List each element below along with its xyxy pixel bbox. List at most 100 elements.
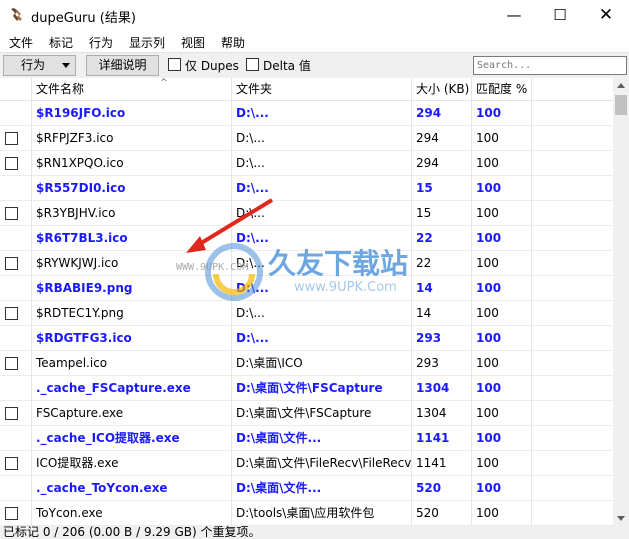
vertical-scrollbar[interactable]: [613, 78, 629, 526]
size-cell: 293: [412, 326, 472, 351]
status-bar: 已标记 0 / 206 (0.00 B / 9.29 GB) 个重复项。: [0, 526, 629, 539]
row-check-cell[interactable]: [0, 201, 32, 226]
size-cell: 1304: [412, 401, 472, 426]
size-cell: 294: [412, 126, 472, 151]
match-cell: 100: [472, 476, 532, 501]
match-cell: 100: [472, 501, 532, 526]
folder-cell: D:\桌面\文件...: [232, 476, 412, 501]
filename-cell: $RYWKJWJ.ico: [32, 251, 232, 276]
window-title: dupeGuru (结果): [31, 11, 136, 26]
delta-values-checkbox[interactable]: [246, 58, 259, 71]
filename-cell: $RBABIE9.png: [32, 276, 232, 301]
duplicate-row[interactable]: $RYWKJWJ.ico D:\... 22 100: [0, 251, 613, 276]
header-folder[interactable]: 文件夹: [232, 78, 412, 100]
filename-cell: ToYcon.exe: [32, 501, 232, 526]
folder-cell: D:\桌面\文件\FileRecv\FileRecv: [232, 451, 412, 476]
duplicate-row[interactable]: $RN1XPQO.ico D:\... 294 100: [0, 151, 613, 176]
duplicate-row[interactable]: $RDTEC1Y.png D:\... 14 100: [0, 301, 613, 326]
reference-row[interactable]: $R6T7BL3.ico D:\... 22 100: [0, 226, 613, 251]
size-cell: 520: [412, 476, 472, 501]
search-box[interactable]: [473, 56, 627, 75]
row-check-cell[interactable]: [0, 351, 32, 376]
row-check-cell[interactable]: [0, 151, 32, 176]
row-checkbox[interactable]: [5, 307, 18, 320]
match-cell: 100: [472, 176, 532, 201]
folder-cell: D:\桌面\文件\FSCapture: [232, 376, 412, 401]
filename-cell: $RDTEC1Y.png: [32, 301, 232, 326]
dupes-only-checkbox[interactable]: [168, 58, 181, 71]
match-cell: 100: [472, 376, 532, 401]
size-cell: 14: [412, 276, 472, 301]
size-cell: 14: [412, 301, 472, 326]
duplicate-row[interactable]: $RFPJZF3.ico D:\... 294 100: [0, 126, 613, 151]
duplicate-row[interactable]: $R3YBJHV.ico D:\... 15 100: [0, 201, 613, 226]
folder-cell: D:\桌面\文件\FSCapture: [232, 401, 412, 426]
row-checkbox[interactable]: [5, 157, 18, 170]
match-cell: 100: [472, 101, 532, 126]
header-match[interactable]: 匹配度 %: [472, 78, 532, 100]
duplicate-row[interactable]: ToYcon.exe D:\tools\桌面\应用软件包 520 100: [0, 501, 613, 526]
row-check-cell: [0, 176, 32, 201]
match-cell: 100: [472, 126, 532, 151]
size-cell: 1141: [412, 451, 472, 476]
folder-cell: D:\桌面\ICO: [232, 351, 412, 376]
folder-cell: D:\...: [232, 101, 412, 126]
duplicate-row[interactable]: Teampel.ico D:\桌面\ICO 293 100: [0, 351, 613, 376]
title-bar: dupeGuru (结果) — ☐ ✕: [0, 0, 629, 31]
menu-file[interactable]: 文件: [9, 34, 33, 51]
row-checkbox[interactable]: [5, 207, 18, 220]
match-cell: 100: [472, 401, 532, 426]
row-check-cell[interactable]: [0, 251, 32, 276]
size-cell: 294: [412, 151, 472, 176]
arrow-down-icon: [617, 516, 625, 521]
row-checkbox[interactable]: [5, 407, 18, 420]
size-cell: 22: [412, 251, 472, 276]
match-cell: 100: [472, 326, 532, 351]
scroll-up-button[interactable]: [613, 78, 629, 94]
close-button[interactable]: ✕: [583, 0, 629, 31]
action-dropdown-button[interactable]: 行为: [3, 55, 76, 76]
menu-columns[interactable]: 显示列: [129, 34, 165, 51]
folder-cell: D:\...: [232, 276, 412, 301]
reference-row[interactable]: $R196JFO.ico D:\... 294 100: [0, 101, 613, 126]
header-filename[interactable]: 文件名称 ^: [32, 78, 232, 100]
duplicate-row[interactable]: ICO提取器.exe D:\桌面\文件\FileRecv\FileRecv 1141…: [0, 451, 613, 476]
row-checkbox[interactable]: [5, 132, 18, 145]
row-checkbox[interactable]: [5, 257, 18, 270]
row-check-cell[interactable]: [0, 126, 32, 151]
status-text: 已标记 0 / 206 (0.00 B / 9.29 GB) 个重复项。: [3, 525, 261, 539]
header-size[interactable]: 大小 (KB): [412, 78, 472, 100]
scroll-down-button[interactable]: [613, 510, 629, 526]
match-cell: 100: [472, 426, 532, 451]
search-input[interactable]: [474, 57, 626, 74]
filename-cell: $R196JFO.ico: [32, 101, 232, 126]
row-checkbox[interactable]: [5, 357, 18, 370]
row-check-cell: [0, 226, 32, 251]
row-check-cell[interactable]: [0, 451, 32, 476]
duplicate-row[interactable]: FSCapture.exe D:\桌面\文件\FSCapture 1304 100: [0, 401, 613, 426]
header-check-column[interactable]: [0, 78, 32, 100]
reference-row[interactable]: ._cache_FSCapture.exe D:\桌面\文件\FSCapture 1…: [0, 376, 613, 401]
row-checkbox[interactable]: [5, 457, 18, 470]
menu-view[interactable]: 视图: [181, 34, 205, 51]
minimize-button[interactable]: —: [491, 0, 537, 31]
results-table: 文件名称 ^ 文件夹 大小 (KB) 匹配度 % $R196JFO.ico D:\…: [0, 78, 613, 526]
reference-row[interactable]: $RDGTFG3.ico D:\... 293 100: [0, 326, 613, 351]
details-button[interactable]: 详细说明: [86, 55, 159, 76]
maximize-button[interactable]: ☐: [537, 0, 583, 31]
row-check-cell[interactable]: [0, 401, 32, 426]
reference-row[interactable]: ._cache_ICO提取器.exe D:\桌面\文件... 1141 100: [0, 426, 613, 451]
size-cell: 293: [412, 351, 472, 376]
size-cell: 15: [412, 176, 472, 201]
row-check-cell[interactable]: [0, 301, 32, 326]
row-check-cell[interactable]: [0, 501, 32, 526]
reference-row[interactable]: ._cache_ToYcon.exe D:\桌面\文件... 520 100: [0, 476, 613, 501]
menu-mark[interactable]: 标记: [49, 34, 73, 51]
reference-row[interactable]: $R557DI0.ico D:\... 15 100: [0, 176, 613, 201]
reference-row[interactable]: $RBABIE9.png D:\... 14 100: [0, 276, 613, 301]
scroll-thumb[interactable]: [615, 95, 627, 115]
row-checkbox[interactable]: [5, 507, 18, 520]
menu-action[interactable]: 行为: [89, 34, 113, 51]
menu-help[interactable]: 帮助: [221, 34, 245, 51]
folder-cell: D:\桌面\文件...: [232, 426, 412, 451]
